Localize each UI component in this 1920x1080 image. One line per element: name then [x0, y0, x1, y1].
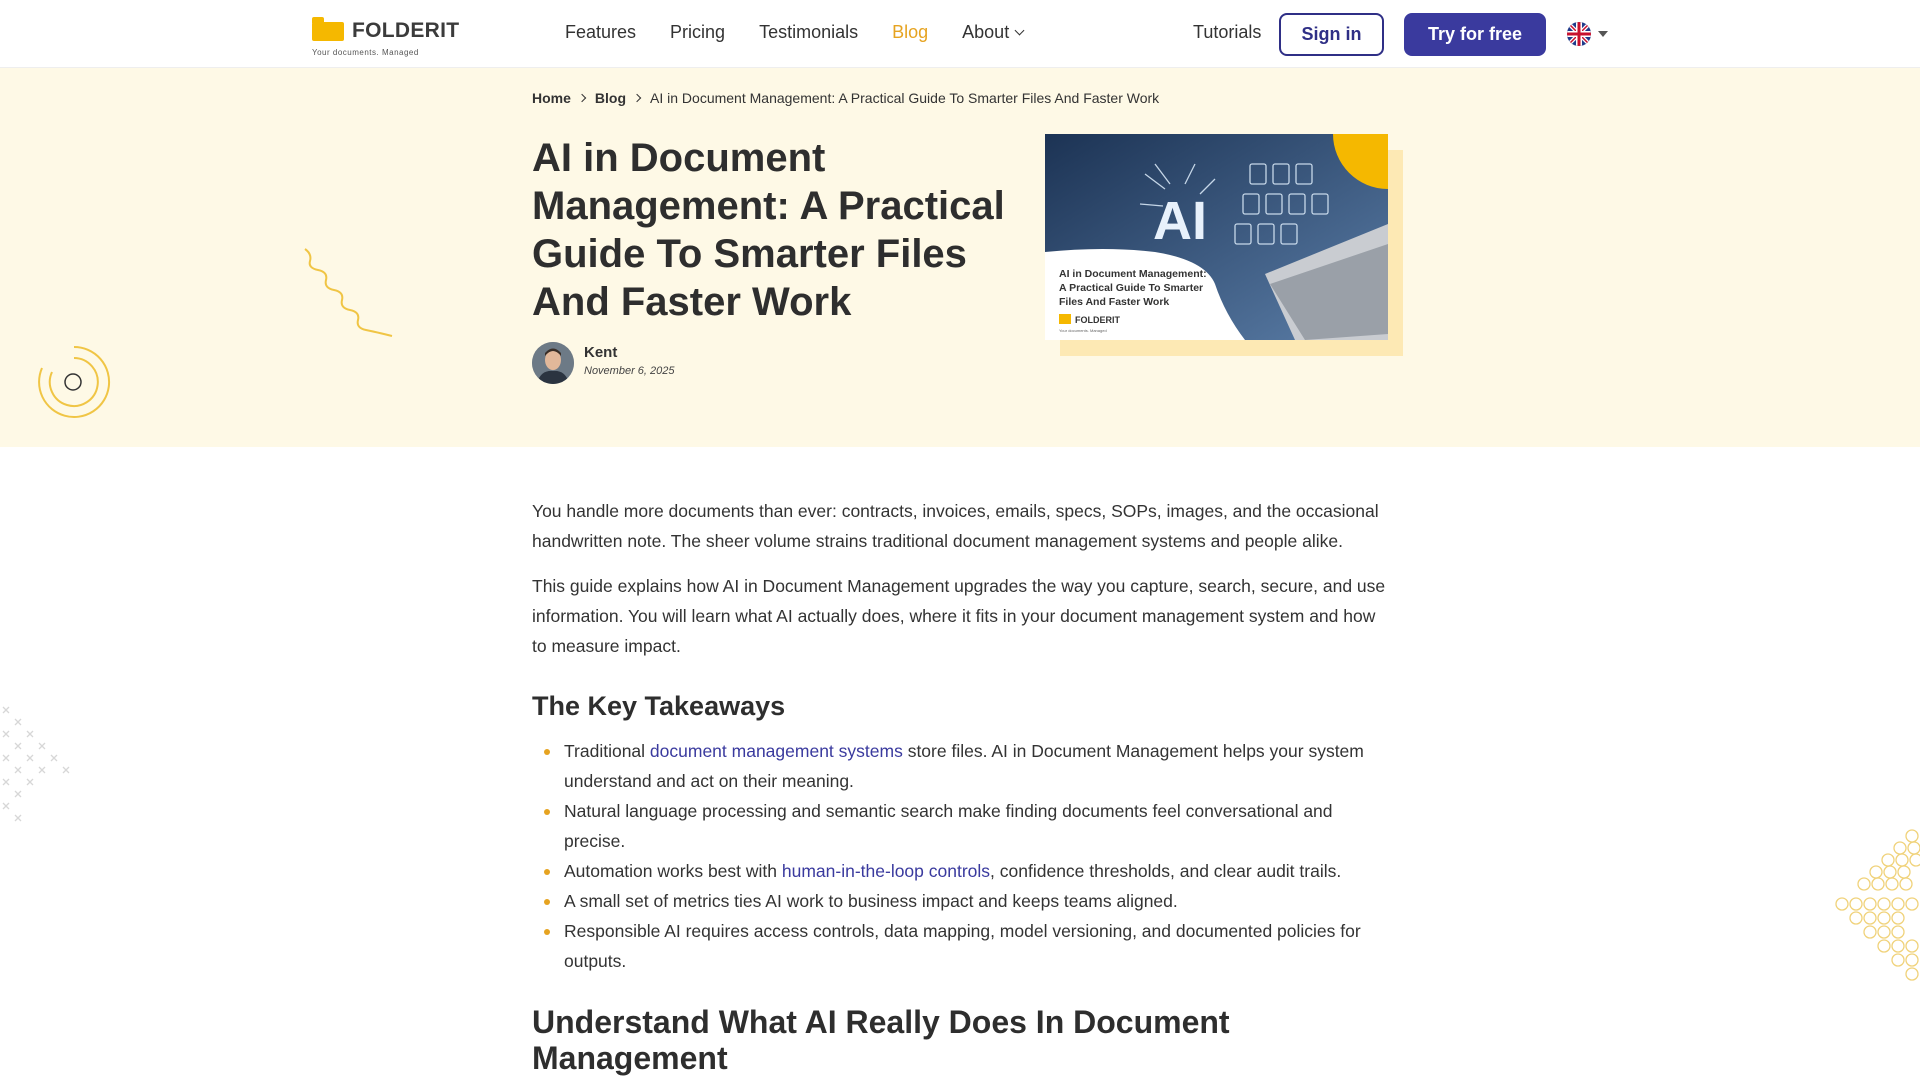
- folder-logo-icon: [312, 17, 344, 41]
- human-in-the-loop-link[interactable]: human-in-the-loop controls: [782, 861, 990, 881]
- hero-section: Home Blog AI in Document Management: A P…: [0, 68, 1920, 447]
- chevron-right-icon: [577, 93, 587, 103]
- language-selector[interactable]: [1567, 22, 1611, 46]
- svg-text:A Practical Guide To Smarter: A Practical Guide To Smarter: [1059, 282, 1203, 294]
- publish-date: November 6, 2025: [584, 365, 675, 377]
- featured-image: AI AI in Document Management: A Practica…: [1045, 134, 1405, 359]
- article-body: You handle more documents than ever: con…: [532, 496, 1392, 1076]
- intro-paragraph-1: You handle more documents than ever: con…: [532, 501, 1379, 551]
- caret-down-icon: [1598, 31, 1608, 37]
- list-item: Natural language processing and semantic…: [544, 796, 1392, 856]
- takeaways-list: Traditional document management systems …: [532, 736, 1392, 976]
- nav-features[interactable]: Features: [565, 22, 636, 43]
- chevron-right-icon: [632, 93, 642, 103]
- logo[interactable]: FOLDERIT Your documents. Managed: [312, 15, 472, 59]
- logo-tagline: Your documents. Managed: [312, 48, 419, 57]
- breadcrumb-blog[interactable]: Blog: [595, 90, 626, 106]
- circle-decoration-icon: [38, 346, 111, 418]
- main-menu: Features Pricing Testimonials Blog About: [565, 22, 1057, 43]
- featured-image-picture: AI AI in Document Management: A Practica…: [1045, 134, 1388, 340]
- page-title: AI in Document Management: A Practical G…: [532, 136, 1005, 324]
- sign-in-button[interactable]: Sign in: [1279, 13, 1384, 56]
- list-item: Responsible AI requires access controls,…: [544, 916, 1392, 976]
- circle-pattern-decoration-icon: [1835, 829, 1920, 981]
- takeaway-1-pre: Traditional: [564, 741, 650, 761]
- nav-tutorials[interactable]: Tutorials: [1193, 22, 1261, 43]
- svg-text:AI in Document Management:: AI in Document Management:: [1059, 268, 1207, 280]
- author-name[interactable]: Kent: [584, 344, 617, 361]
- chevron-down-icon: [1014, 25, 1025, 36]
- nav-about[interactable]: About: [962, 22, 1025, 43]
- nav-testimonials[interactable]: Testimonials: [759, 22, 858, 43]
- logo-text: FOLDERIT: [352, 19, 460, 42]
- squiggle-decoration-icon: [304, 248, 393, 337]
- nav-about-label: About: [962, 22, 1010, 42]
- cross-pattern-decoration-icon: [2, 706, 70, 822]
- try-free-button[interactable]: Try for free: [1404, 13, 1546, 56]
- image-brand: FOLDERIT: [1075, 315, 1120, 325]
- avatar: [532, 342, 574, 384]
- takeaway-3-pre: Automation works best with: [564, 861, 782, 881]
- svg-text:Files And Faster Work: Files And Faster Work: [1059, 296, 1169, 308]
- takeaways-heading: The Key Takeaways: [532, 691, 786, 721]
- breadcrumb-home[interactable]: Home: [532, 90, 571, 106]
- intro-paragraph-2: This guide explains how AI in Document M…: [532, 576, 1386, 656]
- section-heading: Understand What AI Really Does In Docume…: [532, 1004, 1230, 1076]
- image-ai-badge: AI: [1153, 191, 1207, 251]
- list-item: A small set of metrics ties AI work to b…: [544, 886, 1392, 916]
- uk-flag-icon: [1567, 22, 1591, 46]
- breadcrumb: Home Blog AI in Document Management: A P…: [532, 90, 1159, 106]
- list-item: Traditional document management systems …: [544, 736, 1392, 796]
- list-item: Automation works best with human-in-the-…: [544, 856, 1392, 886]
- takeaway-3-post: , confidence thresholds, and clear audit…: [990, 861, 1342, 881]
- nav-blog[interactable]: Blog: [892, 22, 928, 43]
- dms-link[interactable]: document management systems: [650, 741, 903, 761]
- image-tagline: Your documents. Managed: [1059, 328, 1107, 333]
- top-nav: FOLDERIT Your documents. Managed Feature…: [0, 0, 1920, 68]
- nav-pricing[interactable]: Pricing: [670, 22, 725, 43]
- breadcrumb-current: AI in Document Management: A Practical G…: [650, 90, 1160, 106]
